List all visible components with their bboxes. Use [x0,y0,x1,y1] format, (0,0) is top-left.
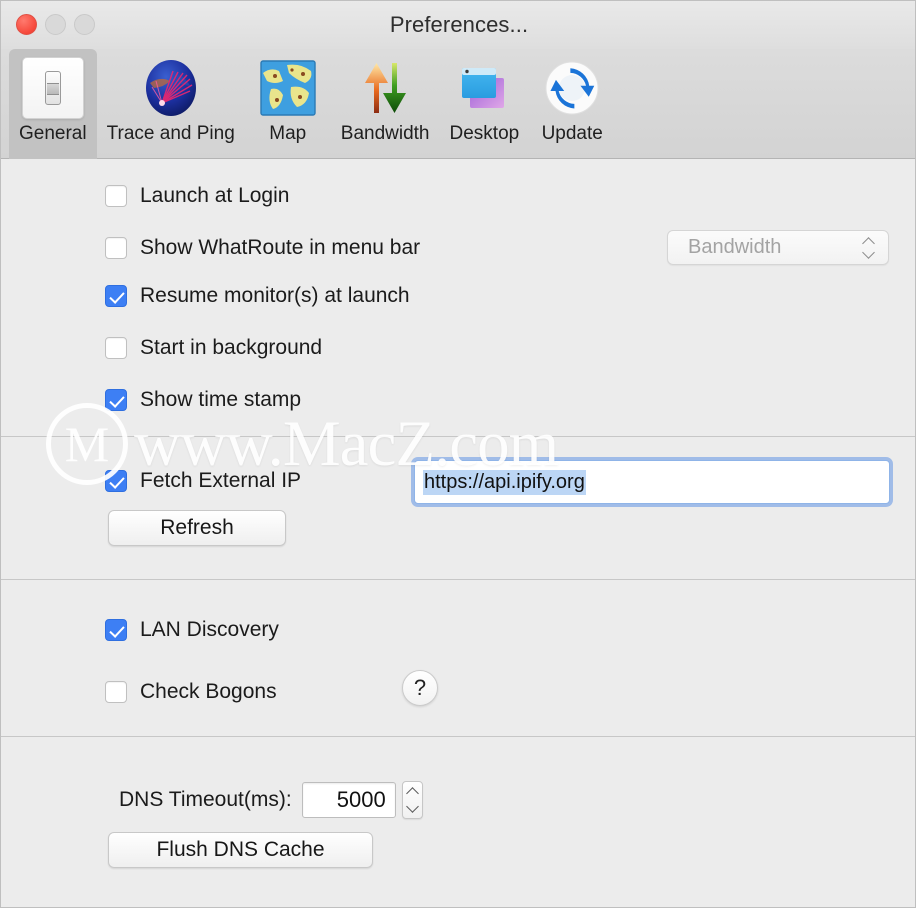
launch-at-login-label: Launch at Login [140,184,290,207]
switch-icon [20,55,86,121]
tab-map-label: Map [269,123,307,144]
check-bogons-checkbox[interactable] [105,681,127,703]
resume-monitors-label: Resume monitor(s) at launch [140,284,410,307]
dns-timeout-input[interactable]: 5000 [301,782,396,818]
watermark-logo-letter: M [64,416,110,472]
checkbox-row-launch-at-login[interactable]: Launch at Login [105,184,289,208]
chevron-up-down-icon [862,237,876,259]
start-in-background-checkbox[interactable] [105,337,127,359]
resume-monitors-checkbox[interactable] [105,285,127,307]
show-whatroute-menu-bar-checkbox[interactable] [105,237,127,259]
checkbox-row-start-in-background[interactable]: Start in background [105,336,322,360]
toolbar-item-list: General Trace and Ping Map Bandwidth Des… [9,49,615,159]
checkbox-row-lan-discovery[interactable]: LAN Discovery [105,618,279,642]
tab-update[interactable]: Update [529,49,615,159]
flush-dns-cache-button[interactable]: Flush DNS Cache [108,832,373,868]
world-map-icon [255,55,321,121]
tab-trace-and-ping[interactable]: Trace and Ping [97,49,245,159]
show-time-stamp-checkbox[interactable] [105,389,127,411]
stepper-down-icon[interactable] [405,800,419,813]
external-ip-url-input[interactable]: https://api.ipify.org [414,460,890,504]
dns-timeout-stepper[interactable] [401,781,423,819]
tab-bandwidth[interactable]: Bandwidth [331,49,440,159]
refresh-button[interactable]: Refresh [108,510,286,546]
up-down-arrows-icon [352,55,418,121]
dns-timeout-row: DNS Timeout(ms): 5000 [119,781,423,819]
checkbox-row-show-in-menu-bar[interactable]: Show WhatRoute in menu bar [105,236,420,260]
general-pane: Launch at Login Show WhatRoute in menu b… [1,159,915,907]
windows-stack-icon [451,55,517,121]
preferences-toolbar: General Trace and Ping Map Bandwidth Des… [1,49,915,159]
tab-desktop[interactable]: Desktop [440,49,530,159]
launch-at-login-checkbox[interactable] [105,185,127,207]
tab-general-label: General [19,123,87,144]
help-button[interactable]: ? [402,670,438,706]
section-divider-2 [1,579,915,580]
lan-discovery-checkbox[interactable] [105,619,127,641]
fetch-external-ip-checkbox[interactable] [105,470,127,492]
start-in-background-label: Start in background [140,336,323,359]
globe-traceroute-icon [138,55,204,121]
tab-general[interactable]: General [9,49,97,159]
checkbox-row-fetch-external-ip[interactable]: Fetch External IP [105,469,301,493]
check-bogons-label: Check Bogons [140,680,277,703]
window-titlebar: Preferences... [1,1,915,49]
checkbox-row-resume-monitors[interactable]: Resume monitor(s) at launch [105,284,410,308]
tab-trace-and-ping-label: Trace and Ping [106,123,235,144]
checkbox-row-check-bogons[interactable]: Check Bogons [105,680,277,704]
checkbox-row-show-time-stamp[interactable]: Show time stamp [105,388,301,412]
external-ip-url-value: https://api.ipify.org [423,469,586,495]
tab-bandwidth-label: Bandwidth [340,123,430,144]
section-divider-3 [1,736,915,737]
monitor-select-value: Bandwidth [688,236,782,258]
preferences-window: Preferences... General Trace and Ping Ma… [0,0,916,908]
dns-timeout-label: DNS Timeout(ms): [119,788,292,811]
refresh-circle-icon [539,55,605,121]
show-time-stamp-label: Show time stamp [140,388,302,411]
fetch-external-ip-label: Fetch External IP [140,469,302,492]
monitor-select-dropdown[interactable]: Bandwidth [667,230,889,265]
page-title: Preferences... [389,12,529,37]
tab-update-label: Update [541,123,603,144]
lan-discovery-label: LAN Discovery [140,618,279,641]
show-whatroute-menu-bar-label: Show WhatRoute in menu bar [140,236,421,259]
section-divider-1 [1,436,915,437]
stepper-up-icon[interactable] [405,787,419,800]
tab-map[interactable]: Map [245,49,331,159]
tab-desktop-label: Desktop [449,123,520,144]
